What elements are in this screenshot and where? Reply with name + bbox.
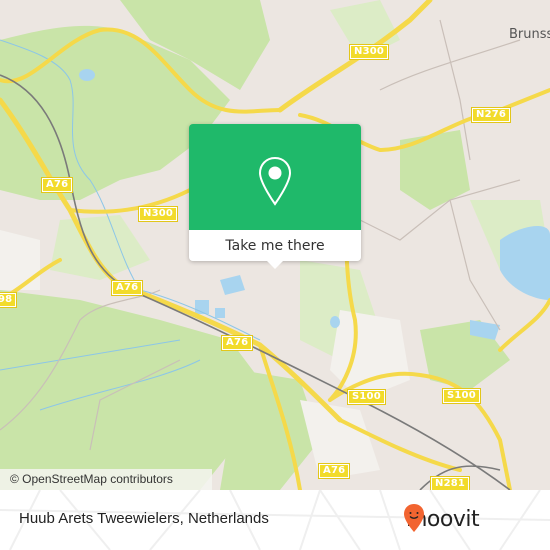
map-view[interactable]: N300 N276 A76 N300 A76 A76 98 S100 S100 … (0, 0, 550, 490)
map-attribution[interactable]: © OpenStreetMap contributors (0, 469, 212, 490)
road-label-a76: A76 (220, 335, 254, 351)
road-label-a76: A76 (40, 177, 74, 193)
road-label-98: 98 (0, 292, 18, 308)
road-label-a76: A76 (317, 463, 351, 479)
take-me-there-button[interactable]: Take me there (189, 230, 361, 261)
road-label-s100: S100 (442, 388, 481, 404)
footer: Huub Arets Tweewielers, Netherlands moov… (0, 490, 550, 550)
moovit-logo[interactable]: moovit (403, 503, 480, 535)
place-name: Huub Arets Tweewielers, Netherlands (19, 510, 269, 527)
road-label-a76: A76 (110, 280, 144, 296)
location-popup: Take me there (189, 124, 361, 269)
popup-pointer (267, 261, 283, 269)
road-label-n276: N276 (470, 107, 512, 123)
moovit-pin-icon (404, 504, 424, 532)
road-label-s100: S100 (347, 389, 386, 405)
road-label-n281: N281 (429, 476, 471, 490)
popup-header (189, 124, 361, 230)
road-label-n300: N300 (137, 206, 179, 222)
road-label-n300: N300 (348, 44, 390, 60)
place-label-brunssum: Brunss (509, 27, 550, 42)
map-pin-icon (258, 156, 292, 206)
